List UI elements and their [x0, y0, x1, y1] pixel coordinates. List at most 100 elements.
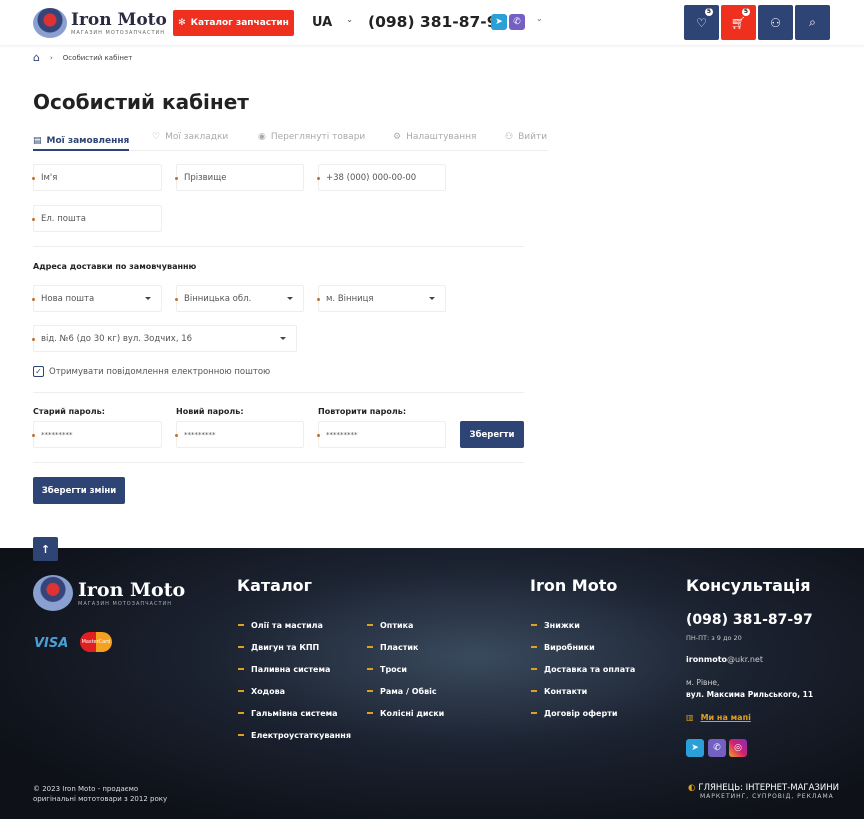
- footer-link[interactable]: Знижки: [531, 614, 635, 636]
- tab-settings[interactable]: ⚙ Налаштування: [393, 132, 476, 142]
- new-password-input[interactable]: *********: [175, 421, 304, 448]
- home-icon[interactable]: ⌂: [33, 51, 40, 64]
- telegram-icon[interactable]: ➤: [491, 14, 507, 30]
- first-name-input[interactable]: Ім'я: [32, 164, 162, 191]
- footer-link[interactable]: Колісні диски: [367, 702, 444, 724]
- footer-email[interactable]: ironmoto@ukr.net: [686, 655, 763, 664]
- copyright-line: оригінальні мототовари з 2012 року: [33, 795, 168, 803]
- tab-my-orders[interactable]: ▤ Мої замовлення: [33, 132, 130, 151]
- placeholder: +38 (000) 000-00-00: [326, 172, 417, 183]
- tab-label: Мої закладки: [165, 132, 229, 142]
- header-phone[interactable]: (098) 381-87-97: [368, 13, 508, 31]
- working-hours: ПН-ПТ: з 9 до 20: [686, 634, 742, 642]
- scroll-top-button[interactable]: ↑: [33, 537, 58, 561]
- chevron-down-icon[interactable]: ⌄: [536, 14, 543, 23]
- tab-label: Переглянуті товари: [270, 132, 366, 142]
- search-icon: ⌕: [809, 15, 816, 29]
- old-password-label: Старий пароль:: [33, 407, 105, 416]
- save-changes-button[interactable]: Зберегти зміни: [33, 477, 125, 504]
- cart-count-badge: 5: [742, 8, 750, 16]
- footer-link-label: Виробники: [544, 642, 595, 652]
- footer-link[interactable]: Двигун та КПП: [238, 636, 351, 658]
- select-value: м. Вінниця: [326, 293, 374, 304]
- catalog-button[interactable]: ✻ Каталог запчастин: [173, 10, 294, 36]
- footer-link-label: Двигун та КПП: [251, 642, 320, 652]
- email-input[interactable]: Ел. пошта: [32, 205, 162, 232]
- phone-input[interactable]: +38 (000) 000-00-00: [317, 164, 446, 191]
- select-value: Нова пошта: [41, 293, 95, 304]
- footer-link[interactable]: Доставка та оплата: [531, 658, 635, 680]
- site-header: Iron Moto МАГАЗИН МОТОЗАПЧАСТИН ✻ Каталог …: [0, 0, 864, 45]
- save-password-button[interactable]: Зберегти: [460, 421, 524, 448]
- tab-bookmarks[interactable]: ♡ Мої закладки: [152, 132, 228, 142]
- footer-link[interactable]: Договір оферти: [531, 702, 635, 724]
- newsletter-checkbox[interactable]: ✓ Отримувати повідомлення електронною по…: [33, 366, 270, 377]
- footer-link-label: Договір оферти: [544, 708, 618, 718]
- footer-link-label: Електроустаткування: [251, 730, 351, 740]
- region-select[interactable]: Вінницька обл.: [175, 285, 304, 312]
- language-select[interactable]: UA ⌄: [312, 15, 353, 30]
- select-value: Вінницька обл.: [184, 293, 252, 304]
- branch-select[interactable]: від. №6 (до 30 кг) вул. Зодчих, 16: [32, 325, 297, 352]
- address-city: м. Рівне,: [686, 678, 720, 687]
- footer-link-label: Олії та мастила: [251, 620, 323, 630]
- footer-logo[interactable]: Iron Moto МАГАЗИН МОТОЗАПЧАСТИН: [33, 575, 185, 611]
- footer-link[interactable]: Електроустаткування: [238, 724, 351, 746]
- footer-link[interactable]: Троси: [367, 658, 444, 680]
- tab-label: Мої замовлення: [46, 135, 130, 146]
- chevron-right-icon: ›: [49, 53, 53, 62]
- gear-icon: ✻: [178, 18, 186, 28]
- account-tabs: ▤ Мої замовлення ♡ Мої закладки ◉ Перегляну…: [33, 132, 548, 151]
- email-user: ironmoto: [686, 655, 728, 664]
- wishlist-button[interactable]: ♡ 5: [684, 5, 719, 40]
- instagram-icon[interactable]: ◎: [729, 739, 747, 757]
- footer-phone[interactable]: (098) 381-87-97: [686, 612, 813, 628]
- city-select[interactable]: м. Вінниця: [317, 285, 446, 312]
- viber-icon[interactable]: ✆: [708, 739, 726, 757]
- user-icon: ⚇: [770, 15, 781, 30]
- checkbox-checked-icon[interactable]: ✓: [33, 366, 44, 377]
- logo[interactable]: Iron Moto МАГАЗИН МОТОЗАПЧАСТИН: [33, 8, 167, 38]
- footer-link[interactable]: Гальмівна система: [238, 702, 351, 724]
- developer-name: ГЛЯНЕЦЬ: ІНТЕРНЕТ-МАГАЗИНИ: [698, 783, 839, 793]
- wishlist-count-badge: 5: [705, 8, 713, 16]
- repeat-password-input[interactable]: *********: [317, 421, 446, 448]
- tab-label: Налаштування: [406, 132, 477, 142]
- footer-link[interactable]: Рама / Обвіс: [367, 680, 444, 702]
- footer-link[interactable]: Паливна система: [238, 658, 351, 680]
- map-link-label: Ми на мапі: [700, 713, 751, 722]
- heart-icon: ♡: [696, 15, 707, 30]
- logo-name: Iron Moto: [78, 579, 186, 601]
- carrier-select[interactable]: Нова пошта: [32, 285, 162, 312]
- logo-subtitle: МАГАЗИН МОТОЗАПЧАСТИН: [78, 601, 173, 607]
- footer-link-label: Оптика: [380, 620, 414, 630]
- newsletter-label: Отримувати повідомлення електронною пошт…: [49, 366, 271, 377]
- cart-button[interactable]: 🛒︎ 5: [721, 5, 756, 40]
- cart-icon: 🛒︎: [730, 15, 747, 30]
- repeat-password-label: Повторити пароль:: [318, 407, 407, 416]
- footer-link[interactable]: Оптика: [367, 614, 444, 636]
- old-password-input[interactable]: *********: [32, 421, 162, 448]
- developer-logo-icon: ◐: [688, 783, 696, 793]
- viber-icon[interactable]: ✆: [509, 14, 525, 30]
- footer-link[interactable]: Виробники: [531, 636, 635, 658]
- catalog-title: Каталог: [237, 576, 313, 595]
- arrow-up-icon: ↑: [40, 542, 51, 556]
- tab-viewed-products[interactable]: ◉ Переглянуті товари: [258, 132, 365, 142]
- company-links: Знижки Виробники Доставка та оплата Контакт…: [531, 614, 635, 724]
- placeholder: Ім'я: [41, 172, 58, 183]
- map-link[interactable]: ▥ Ми на мапі: [686, 713, 751, 722]
- footer-link[interactable]: Олії та мастила: [238, 614, 351, 636]
- footer-link[interactable]: Ходова: [238, 680, 351, 702]
- divider: [33, 246, 524, 247]
- footer-link[interactable]: Пластик: [367, 636, 444, 658]
- footer-link[interactable]: Контакти: [531, 680, 635, 702]
- address-street: вул. Максима Рильського, 11: [686, 690, 814, 699]
- telegram-icon[interactable]: ➤: [686, 739, 704, 757]
- search-button[interactable]: ⌕: [795, 5, 830, 40]
- last-name-input[interactable]: Прізвище: [175, 164, 304, 191]
- footer-link-label: Гальмівна система: [251, 708, 338, 718]
- tab-logout[interactable]: ⚇ Вийти: [505, 132, 547, 142]
- account-button[interactable]: ⚇: [758, 5, 793, 40]
- developer-credit[interactable]: ◐ ГЛЯНЕЦЬ: ІНТЕРНЕТ-МАГАЗИНИ МАРКЕТИНГ, С…: [688, 783, 839, 800]
